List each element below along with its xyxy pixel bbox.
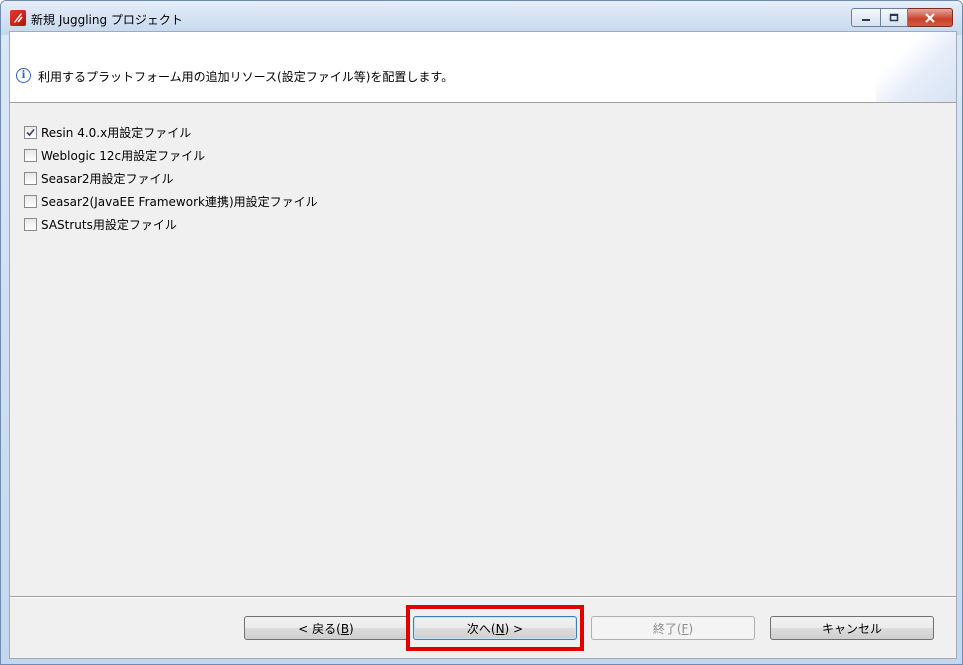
minimize-button[interactable] — [851, 8, 881, 27]
dialog-window: 新規 Juggling プロジェクト i 利用するプラットフォーム用の追加リソー… — [0, 0, 963, 665]
cancel-button[interactable]: キャンセル — [770, 616, 934, 640]
finish-button[interactable]: 終了(F) — [591, 616, 755, 640]
option-label: Resin 4.0.x用設定ファイル — [41, 126, 192, 140]
option-label: Weblogic 12c用設定ファイル — [41, 149, 206, 163]
back-button[interactable]: < 戻る(B) — [244, 616, 408, 640]
option-weblogic[interactable]: Weblogic 12c用設定ファイル — [24, 144, 318, 167]
option-list: Resin 4.0.x用設定ファイル Weblogic 12c用設定ファイル S… — [24, 121, 318, 236]
header-message: 利用するプラットフォーム用の追加リソース(設定ファイル等)を配置します。 — [38, 70, 454, 84]
option-label: Seasar2用設定ファイル — [41, 172, 174, 186]
minimize-icon — [862, 18, 870, 21]
option-seasar2-javaee[interactable]: Seasar2(JavaEE Framework連携)用設定ファイル — [24, 190, 318, 213]
cancel-label: キャンセル — [821, 622, 882, 636]
checkbox-seasar2-javaee[interactable] — [24, 195, 37, 208]
restore-icon — [889, 13, 899, 22]
window-controls — [851, 8, 953, 27]
close-button[interactable] — [908, 8, 953, 27]
back-label: < 戻る( — [298, 622, 341, 636]
option-seasar2[interactable]: Seasar2用設定ファイル — [24, 167, 318, 190]
title-bar[interactable]: 新規 Juggling プロジェクト — [1, 1, 962, 35]
next-mnemonic: N — [495, 622, 505, 636]
option-label: Seasar2(JavaEE Framework連携)用設定ファイル — [41, 195, 318, 209]
maximize-button[interactable] — [881, 8, 908, 27]
info-icon: i — [16, 68, 31, 83]
finish-label: 終了( — [652, 622, 682, 636]
checkbox-sastruts[interactable] — [24, 218, 37, 231]
option-resin[interactable]: Resin 4.0.x用設定ファイル — [24, 121, 318, 144]
next-label: 次へ( — [466, 622, 496, 636]
finish-label-end: ) — [688, 622, 694, 636]
back-label-end: ) — [349, 622, 354, 636]
app-icon — [10, 10, 26, 26]
back-mnemonic: B — [340, 622, 350, 636]
checkbox-resin[interactable] — [24, 126, 37, 139]
window-title: 新規 Juggling プロジェクト — [31, 13, 183, 27]
wizard-header: i 利用するプラットフォーム用の追加リソース(設定ファイル等)を配置します。 — [10, 32, 956, 103]
header-decoration — [876, 32, 956, 102]
button-separator — [10, 596, 956, 598]
option-sastruts[interactable]: SAStruts用設定ファイル — [24, 213, 318, 236]
next-label-end: ) > — [504, 622, 524, 636]
next-button[interactable]: 次へ(N) > — [413, 616, 577, 640]
dialog-client-area: i 利用するプラットフォーム用の追加リソース(設定ファイル等)を配置します。 R… — [9, 31, 957, 659]
option-label: SAStruts用設定ファイル — [41, 218, 177, 232]
checkbox-weblogic[interactable] — [24, 149, 37, 162]
checkbox-seasar2[interactable] — [24, 172, 37, 185]
close-icon — [925, 12, 935, 23]
checkmark-icon — [26, 128, 35, 137]
